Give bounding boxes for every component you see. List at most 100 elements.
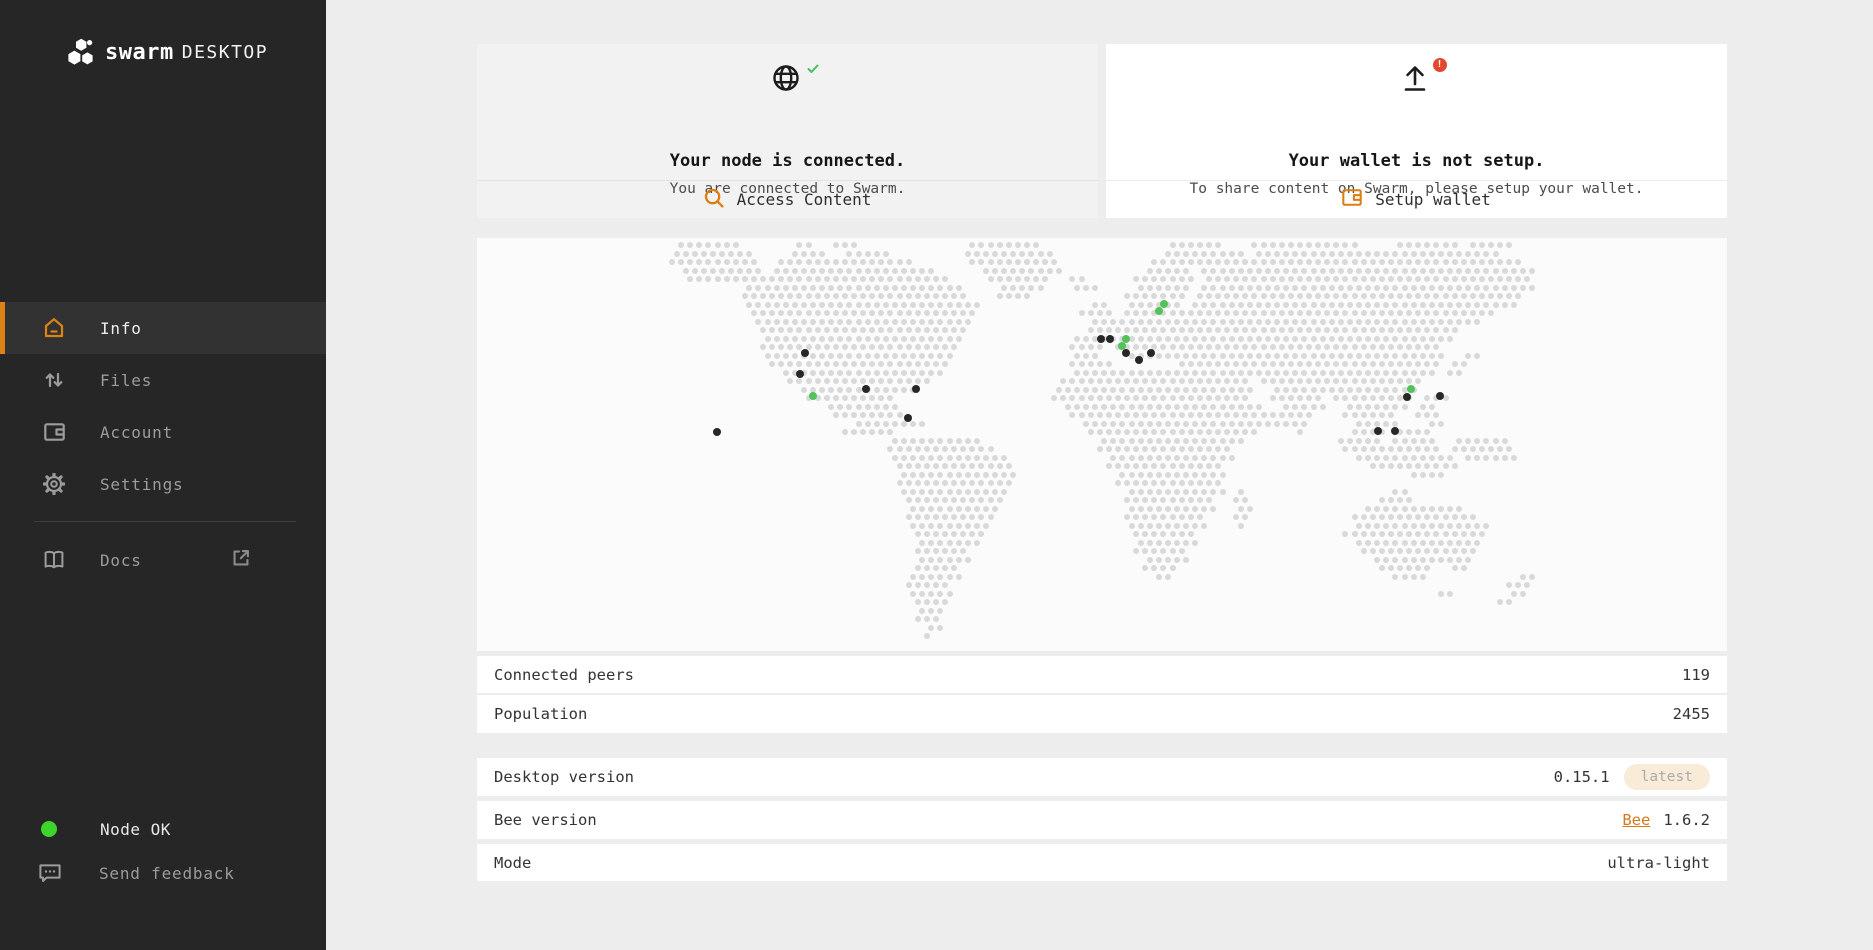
send-feedback-button[interactable]: Send feedback (0, 856, 326, 890)
access-content-button[interactable]: Access Content (477, 180, 1098, 218)
map-dot (1183, 489, 1189, 495)
map-dot (1283, 285, 1289, 291)
map-dot (1288, 276, 1294, 282)
map-dot (1388, 310, 1394, 316)
map-dot (947, 506, 953, 512)
map-dot (1352, 446, 1358, 452)
map-dot (1129, 455, 1135, 461)
map-dot (824, 395, 830, 401)
map-dot (715, 276, 721, 282)
map-dot (937, 625, 943, 631)
map-dot (1147, 421, 1153, 427)
external-link-icon[interactable] (231, 548, 251, 572)
map-dot (1156, 285, 1162, 291)
map-dot (842, 276, 848, 282)
map-dot (1097, 412, 1103, 418)
map-dot (1511, 268, 1517, 274)
map-dot (1179, 293, 1185, 299)
map-dot (960, 463, 966, 469)
sidebar-item-settings[interactable]: Settings (0, 458, 326, 510)
mode-value: ultra-light (1607, 854, 1710, 872)
sidebar-item-files[interactable]: Files (0, 354, 326, 406)
sidebar-item-account[interactable]: Account (0, 406, 326, 458)
map-dot (1115, 327, 1121, 333)
map-dot (1415, 293, 1421, 299)
map-dot (1265, 268, 1271, 274)
map-dot (824, 378, 830, 384)
map-dot (951, 480, 957, 486)
map-dot (783, 336, 789, 342)
map-dot (947, 557, 953, 563)
map-dot (1188, 497, 1194, 503)
map-dot (842, 259, 848, 265)
map-dot (1015, 259, 1021, 265)
map-dot (960, 548, 966, 554)
map-dot (919, 574, 925, 580)
map-dot (1165, 268, 1171, 274)
map-dot (1483, 285, 1489, 291)
map-dot (1179, 242, 1185, 248)
map-dot (1247, 336, 1253, 342)
map-dot (1242, 344, 1248, 350)
map-dot (1238, 336, 1244, 342)
map-dot (1456, 557, 1462, 563)
map-dot (1192, 251, 1198, 257)
map-dot (824, 310, 830, 316)
map-dot (1415, 242, 1421, 248)
map-dot (842, 327, 848, 333)
map-dot (1138, 523, 1144, 529)
map-dot (1447, 302, 1453, 308)
node-ok-dot (41, 821, 57, 837)
map-dot (1138, 455, 1144, 461)
map-dot (1256, 404, 1262, 410)
map-dot (1210, 251, 1216, 257)
map-dot (1079, 310, 1085, 316)
map-dot (860, 412, 866, 418)
map-dot (1506, 446, 1512, 452)
sidebar-item-info[interactable]: Info (0, 302, 326, 354)
map-dot (992, 489, 998, 495)
map-dot (1361, 531, 1367, 537)
map-dot (1429, 285, 1435, 291)
map-dot (1352, 531, 1358, 537)
map-dot (874, 251, 880, 257)
map-dot (846, 353, 852, 359)
map-dot (1283, 404, 1289, 410)
map-dot (1465, 251, 1471, 257)
map-dot (915, 276, 921, 282)
map-dot (919, 285, 925, 291)
map-dot (928, 557, 934, 563)
map-dot (1065, 404, 1071, 410)
map-dot (1138, 489, 1144, 495)
map-dot (869, 429, 875, 435)
map-dot (1074, 285, 1080, 291)
setup-wallet-button[interactable]: Setup wallet (1106, 180, 1727, 218)
map-dot (1315, 310, 1321, 316)
map-dot (1365, 268, 1371, 274)
map-dot (1274, 387, 1280, 393)
map-dot (1452, 565, 1458, 571)
map-dot (1183, 506, 1189, 512)
map-dot (1033, 276, 1039, 282)
map-dot (1138, 421, 1144, 427)
map-dot (851, 344, 857, 350)
gear-icon (42, 473, 66, 495)
map-dot (883, 421, 889, 427)
map-dot (974, 251, 980, 257)
map-dot (1306, 344, 1312, 350)
map-dot (1338, 268, 1344, 274)
map-dot (1424, 276, 1430, 282)
map-dot (1415, 259, 1421, 265)
map-dot (1283, 353, 1289, 359)
map-dot (860, 327, 866, 333)
bee-link[interactable]: Bee (1622, 811, 1650, 829)
map-dot (1433, 463, 1439, 469)
map-dot (1179, 412, 1185, 418)
connected-peers-label: Connected peers (494, 666, 634, 684)
sidebar-item-docs[interactable]: Docs (0, 534, 326, 586)
map-dot (1374, 455, 1380, 461)
sidebar-item-label: Docs (100, 551, 142, 570)
map-dot (1174, 472, 1180, 478)
map-dot (915, 463, 921, 469)
map-dot (1388, 565, 1394, 571)
